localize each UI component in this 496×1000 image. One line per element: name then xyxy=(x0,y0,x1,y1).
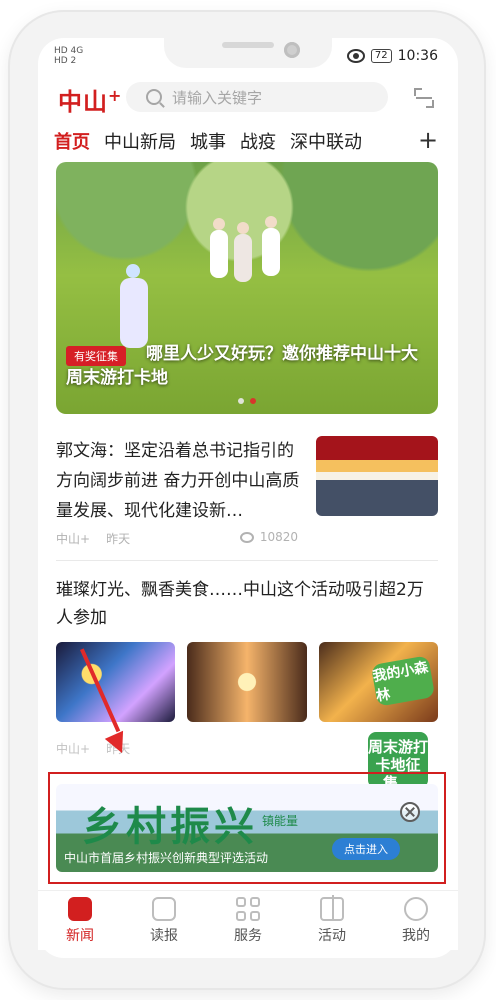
ad-banner[interactable]: 乡村振兴 镇能量 中山市首届乡村振兴创新典型评选活动 点击进入 xyxy=(56,784,438,872)
article1-thumbnail xyxy=(316,436,438,516)
search-placeholder: 请输入关键字 xyxy=(172,88,263,107)
views-icon xyxy=(239,531,254,543)
hero-photographer xyxy=(120,264,148,348)
carousel-dots xyxy=(238,398,256,404)
bottom-navigation: 新闻 读报 服务 活动 我的 xyxy=(38,890,458,950)
hero-people xyxy=(200,200,320,320)
article2-image-3: 我的小森林 xyxy=(318,642,438,722)
status-right: 72 10:36 xyxy=(346,48,438,64)
divider xyxy=(56,560,438,561)
search-icon xyxy=(146,89,162,105)
tab-home[interactable]: 首页 xyxy=(54,128,90,154)
app-logo[interactable]: 中山+ xyxy=(58,82,122,117)
grid-cell xyxy=(250,897,260,907)
article2-source: 中山+ xyxy=(56,742,91,756)
hero-person-3 xyxy=(262,216,280,276)
camera-icon xyxy=(284,42,300,58)
search-bar[interactable]: 请输入关键字 xyxy=(126,82,388,112)
article1-views: 10820 xyxy=(239,530,298,544)
news-icon xyxy=(68,897,92,921)
hd-bottom: HD 2 xyxy=(54,56,77,66)
add-tab-icon[interactable]: + xyxy=(418,126,438,154)
nav-me[interactable]: 我的 xyxy=(374,897,458,945)
top-tabs: 首页 中山新局 城事 战疫 深中联动 xyxy=(54,128,432,154)
ad-cta-button[interactable]: 点击进入 xyxy=(332,838,400,860)
article2-image3-text: 我的小森林 xyxy=(370,655,436,707)
logo-text: 中山 xyxy=(58,88,108,116)
paper-icon xyxy=(152,897,176,921)
article1-source: 中山+ xyxy=(56,532,91,546)
ad-subtitle: 镇能量 xyxy=(262,814,299,828)
carousel-dot-active xyxy=(250,398,256,404)
article-card-1[interactable]: 郭文海：坚定沿着总书记指引的方向阔步前进 奋力开创中山高质量发展、现代化建设新…… xyxy=(56,436,438,556)
article1-time: 昨天 xyxy=(106,532,131,546)
hero-title-text: 哪里人少又好玩？邀你推荐中山十大周末游打卡地 xyxy=(66,344,418,388)
gift-icon xyxy=(320,895,344,921)
scan-icon[interactable] xyxy=(414,88,434,108)
article2-image-2 xyxy=(187,642,307,722)
nav-news-label: 新闻 xyxy=(66,928,94,944)
ad-highlight-box: 乡村振兴 镇能量 中山市首届乡村振兴创新典型评选活动 点击进入 xyxy=(48,772,446,884)
clock: 10:36 xyxy=(397,48,438,64)
grid-cell xyxy=(250,911,260,921)
nav-me-label: 我的 xyxy=(402,928,430,944)
hero-title: 哪里人少又好玩？邀你推荐中山十大周末游打卡地 xyxy=(66,342,426,390)
battery-level: 72 xyxy=(370,49,392,63)
hd-top: HD 4G xyxy=(54,46,84,56)
nav-activities-label: 活动 xyxy=(318,928,346,944)
status-left: HD 4G HD 2 xyxy=(54,46,83,66)
article1-title: 郭文海：坚定沿着总书记指引的方向阔步前进 奋力开创中山高质量发展、现代化建设新… xyxy=(56,441,300,521)
article1-views-count: 10820 xyxy=(259,530,298,544)
eye-icon xyxy=(346,49,365,63)
article-card-2[interactable]: 璀璨灯光、飘香美食……中山这个活动吸引超2万人参加 我的小森林 中山+ 昨天 xyxy=(56,576,438,756)
tab-zhongshan-new[interactable]: 中山新局 xyxy=(104,128,176,154)
hero-person-2 xyxy=(234,222,252,282)
ad-title: 乡村振兴 xyxy=(82,804,258,850)
article1-meta: 中山+ 昨天 xyxy=(56,530,130,547)
scan-line xyxy=(416,97,432,99)
nav-services-label: 服务 xyxy=(234,928,262,944)
user-icon xyxy=(404,897,428,921)
tab-city[interactable]: 城事 xyxy=(190,128,226,154)
article2-title: 璀璨灯光、飘香美食……中山这个活动吸引超2万人参加 xyxy=(56,580,424,628)
hero-person-1 xyxy=(210,218,228,278)
carousel-dot xyxy=(238,398,244,404)
nav-activities[interactable]: 活动 xyxy=(290,895,374,945)
logo-plus: + xyxy=(108,86,123,105)
tab-shenzhong[interactable]: 深中联动 xyxy=(290,128,362,154)
hero-banner[interactable]: 有奖征集 哪里人少又好玩？邀你推荐中山十大周末游打卡地 xyxy=(56,162,438,414)
article2-image-1 xyxy=(56,642,176,722)
nav-read-paper[interactable]: 读报 xyxy=(122,897,206,945)
speaker xyxy=(222,42,274,48)
grid-cell xyxy=(236,897,246,907)
nav-read-paper-label: 读报 xyxy=(150,928,178,944)
nav-services[interactable]: 服务 xyxy=(206,897,290,945)
nav-news[interactable]: 新闻 xyxy=(38,897,122,945)
article2-images: 我的小森林 xyxy=(56,642,438,722)
grid-icon xyxy=(236,897,260,921)
grid-cell xyxy=(236,911,246,921)
close-icon[interactable] xyxy=(400,802,420,822)
tab-epidemic[interactable]: 战疫 xyxy=(240,128,276,154)
